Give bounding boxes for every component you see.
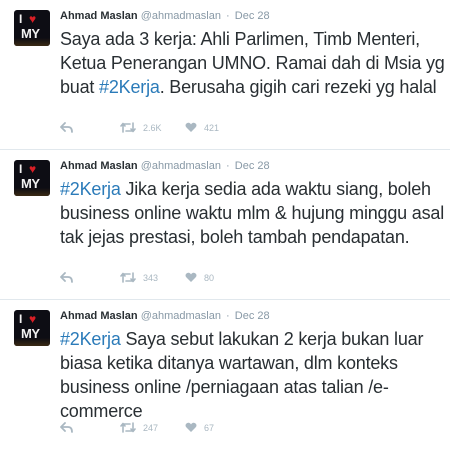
author-handle[interactable]: @ahmadmaslan xyxy=(141,160,221,172)
hashtag-link[interactable]: #2Kerja xyxy=(99,77,160,97)
reply-button[interactable] xyxy=(60,122,73,133)
avatar-glow xyxy=(14,38,50,46)
heart-icon xyxy=(185,422,197,432)
heart-logo-icon: ♥ xyxy=(29,162,37,176)
like-button[interactable]: 421 xyxy=(185,122,219,133)
tweet[interactable]: I ♥ MY Ahmad Maslan @ahmadmaslan · Dec 2… xyxy=(0,300,450,453)
tweet-actions: 247 67 xyxy=(60,422,360,440)
tweet-feed: I ♥ MY Ahmad Maslan @ahmadmaslan · Dec 2… xyxy=(0,0,450,453)
avatar[interactable]: I ♥ MY xyxy=(14,160,50,196)
tweet-header: Ahmad Maslan @ahmadmaslan · Dec 28 xyxy=(60,310,270,322)
heart-logo-icon: ♥ xyxy=(29,12,37,26)
author-name[interactable]: Ahmad Maslan xyxy=(60,310,138,322)
author-handle[interactable]: @ahmadmaslan xyxy=(141,310,221,322)
tweet-header: Ahmad Maslan @ahmadmaslan · Dec 28 xyxy=(60,160,270,172)
retweet-icon xyxy=(120,422,136,433)
separator-dot: · xyxy=(226,310,230,322)
like-count: 67 xyxy=(204,422,215,433)
avatar-glow xyxy=(14,338,50,346)
like-count: 421 xyxy=(204,122,220,133)
reply-button[interactable] xyxy=(60,422,73,433)
tweet-timestamp[interactable]: Dec 28 xyxy=(235,10,270,22)
tweet-text-after: . Berusaha gigih cari rezeki yg halal xyxy=(159,77,437,97)
retweet-count: 2.6K xyxy=(143,122,162,133)
hashtag-link[interactable]: #2Kerja xyxy=(60,179,121,199)
retweet-button[interactable]: 343 xyxy=(120,272,158,283)
reply-icon xyxy=(60,422,73,433)
heart-logo-icon: ♥ xyxy=(29,312,37,326)
retweet-button[interactable]: 2.6K xyxy=(120,122,162,133)
tweet[interactable]: I ♥ MY Ahmad Maslan @ahmadmaslan · Dec 2… xyxy=(0,150,450,300)
tweet-actions: 2.6K 421 xyxy=(60,122,360,140)
tweet-text: #2Kerja Jika kerja sedia ada waktu siang… xyxy=(60,177,445,249)
heart-icon xyxy=(185,122,197,132)
avatar-letter: I xyxy=(19,312,23,326)
heart-icon xyxy=(185,272,197,282)
tweet[interactable]: I ♥ MY Ahmad Maslan @ahmadmaslan · Dec 2… xyxy=(0,0,450,150)
like-count: 80 xyxy=(204,272,215,283)
retweet-count: 247 xyxy=(143,422,159,433)
tweet-actions: 343 80 xyxy=(60,272,360,290)
tweet-text: #2Kerja Saya sebut lakukan 2 kerja bukan… xyxy=(60,327,445,423)
like-button[interactable]: 67 xyxy=(185,422,214,433)
retweet-icon xyxy=(120,122,136,133)
retweet-button[interactable]: 247 xyxy=(120,422,158,433)
avatar-letter: I xyxy=(19,12,23,26)
retweet-icon xyxy=(120,272,136,283)
separator-dot: · xyxy=(226,160,230,172)
tweet-timestamp[interactable]: Dec 28 xyxy=(235,160,270,172)
avatar-letter: I xyxy=(19,162,23,176)
retweet-count: 343 xyxy=(143,272,159,283)
avatar-glow xyxy=(14,188,50,196)
tweet-text: Saya ada 3 kerja: Ahli Parlimen, Timb Me… xyxy=(60,27,445,99)
separator-dot: · xyxy=(226,10,230,22)
author-name[interactable]: Ahmad Maslan xyxy=(60,160,138,172)
tweet-header: Ahmad Maslan @ahmadmaslan · Dec 28 xyxy=(60,10,270,22)
author-name[interactable]: Ahmad Maslan xyxy=(60,10,138,22)
reply-button[interactable] xyxy=(60,272,73,283)
tweet-timestamp[interactable]: Dec 28 xyxy=(235,310,270,322)
reply-icon xyxy=(60,272,73,283)
like-button[interactable]: 80 xyxy=(185,272,214,283)
avatar[interactable]: I ♥ MY xyxy=(14,10,50,46)
reply-icon xyxy=(60,122,73,133)
avatar[interactable]: I ♥ MY xyxy=(14,310,50,346)
author-handle[interactable]: @ahmadmaslan xyxy=(141,10,221,22)
hashtag-link[interactable]: #2Kerja xyxy=(60,329,121,349)
